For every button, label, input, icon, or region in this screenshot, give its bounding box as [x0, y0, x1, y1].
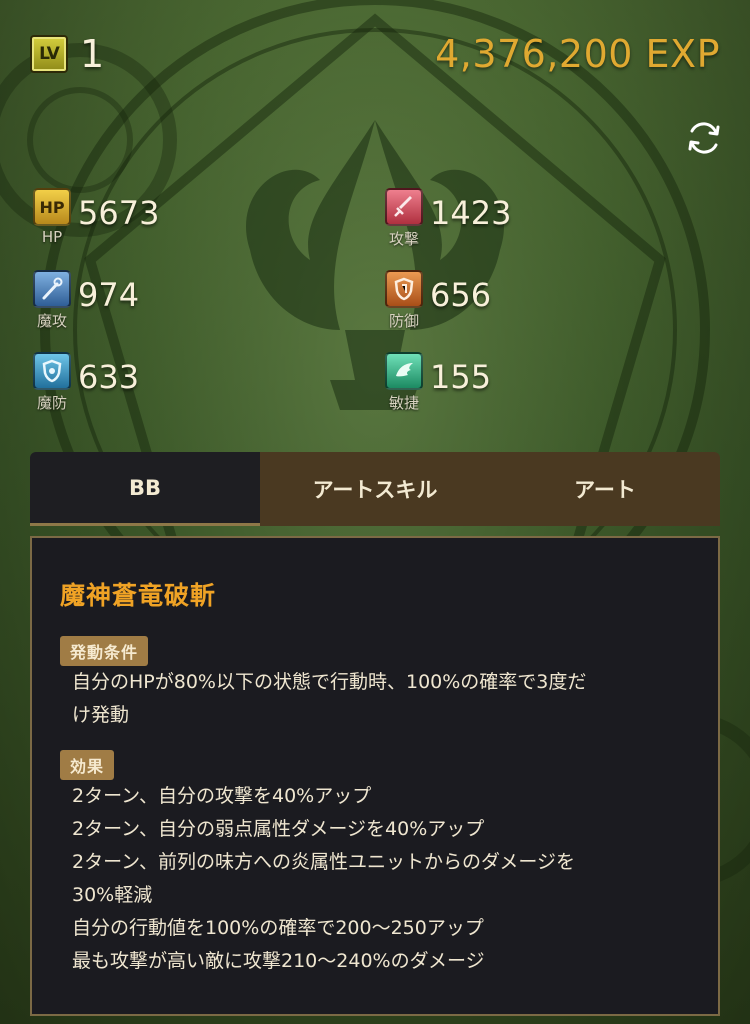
wing-icon: [385, 352, 423, 390]
effect-line: 30%軽減: [72, 884, 153, 906]
skill-name: 魔神蒼竜破斬: [60, 581, 217, 610]
stat-attack: 攻撃 1423: [382, 188, 511, 258]
effect-line: 2ターン、前列の味方への炎属性ユニットからのダメージを: [72, 851, 576, 873]
effect-line: 2ターン、自分の弱点属性ダメージを40%アップ: [72, 818, 485, 840]
effect-line: 2ターン、自分の攻撃を40%アップ: [72, 785, 372, 807]
stat-label: 魔防: [36, 394, 67, 412]
tab-art-skill[interactable]: アートスキル: [260, 452, 490, 526]
effect-tag: 効果: [60, 750, 115, 780]
level-icon: LV: [30, 35, 68, 73]
stat-value: 5673: [78, 194, 160, 232]
condition-line: け発動: [72, 704, 130, 726]
stat-label: 敏捷: [388, 394, 419, 412]
level-value: 1: [80, 32, 105, 76]
shield-icon: [385, 270, 423, 308]
stat-value: 155: [430, 358, 492, 396]
stat-defense: 防御 656: [382, 270, 491, 340]
stat-value: 974: [78, 276, 140, 314]
magic-shield-icon: [33, 352, 71, 390]
hp-icon: HP: [33, 188, 71, 226]
exp-value: 4,376,200 EXP: [435, 32, 720, 76]
stat-label: 防御: [388, 312, 419, 330]
stat-hp: HP HP 5673: [30, 188, 159, 258]
skill-panel: 魔神蒼竜破斬 発動条件 自分のHPが80%以下の状態で行動時、100%の確率で3…: [30, 536, 720, 1016]
stat-label: HP: [41, 228, 63, 246]
stat-label: 攻撃: [388, 230, 419, 248]
refresh-icon[interactable]: [684, 118, 724, 158]
sword-icon: [385, 188, 423, 226]
stat-value: 633: [78, 358, 140, 396]
stat-value: 656: [430, 276, 492, 314]
stat-label: 魔攻: [36, 312, 67, 330]
tab-bb[interactable]: BB: [30, 452, 260, 526]
effect-line: 最も攻撃が高い敵に攻撃210〜240%のダメージ: [72, 950, 485, 972]
stat-magic-defense: 魔防 633: [30, 352, 139, 422]
condition-line: 自分のHPが80%以下の状態で行動時、100%の確率で3度だ: [72, 671, 587, 693]
tab-bar: BB アートスキル アート: [30, 452, 720, 526]
stat-agility: 敏捷 155: [382, 352, 491, 422]
condition-tag: 発動条件: [60, 636, 149, 666]
effect-line: 自分の行動値を100%の確率で200〜250アップ: [72, 917, 484, 939]
stat-magic-attack: 魔攻 974: [30, 270, 139, 340]
level-row: LV 1 4,376,200 EXP: [30, 30, 720, 78]
tab-art[interactable]: アート: [490, 452, 720, 526]
stat-value: 1423: [430, 194, 512, 232]
staff-icon: [33, 270, 71, 308]
